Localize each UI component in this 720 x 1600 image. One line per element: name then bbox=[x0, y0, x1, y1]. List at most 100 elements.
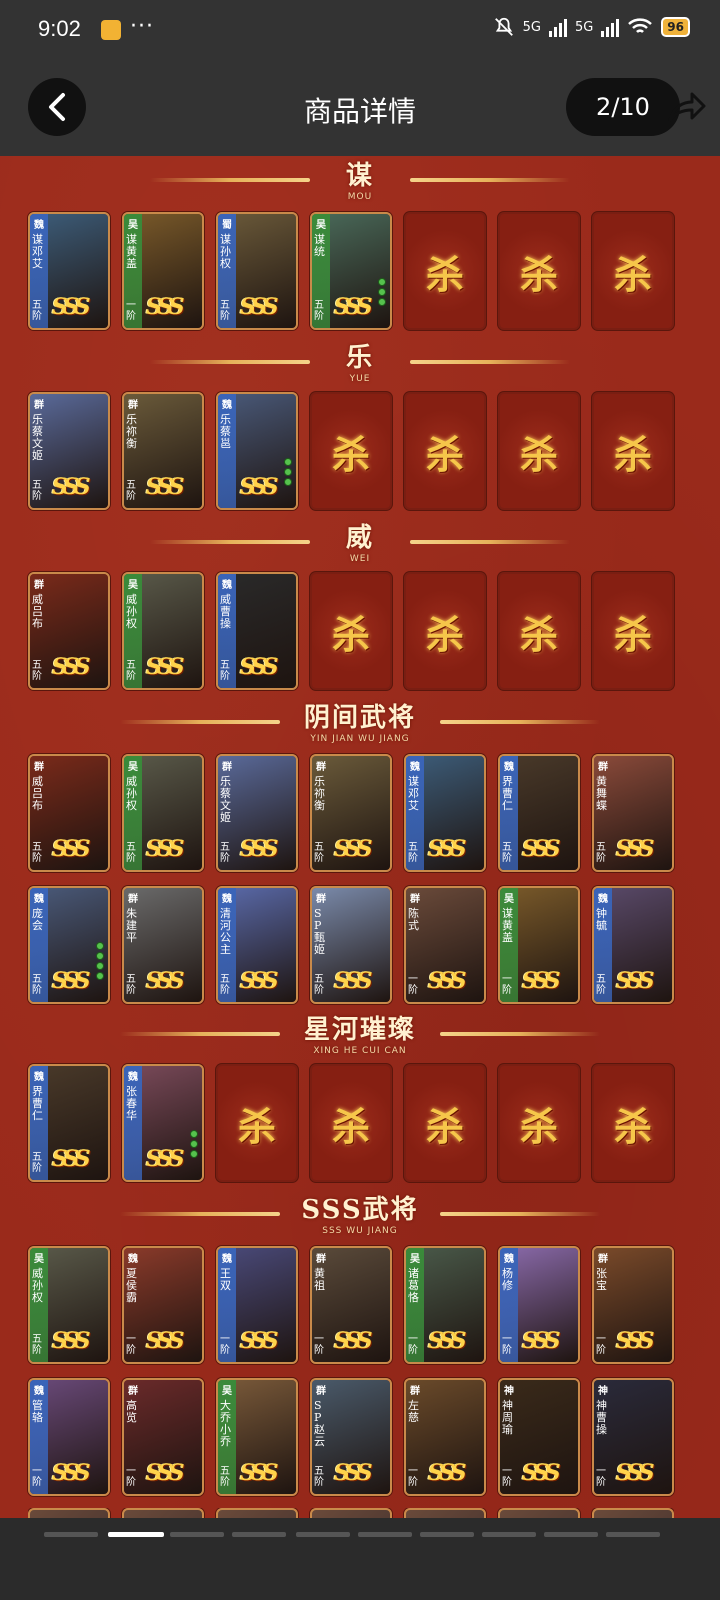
sss-badge: SSS bbox=[522, 1328, 561, 1354]
general-name: 夏侯霸 bbox=[126, 1267, 137, 1304]
camp-label: 群 bbox=[316, 762, 326, 773]
page-indicator[interactable] bbox=[544, 1532, 598, 1537]
sha-emblem: 杀 bbox=[613, 251, 652, 297]
ornament-right bbox=[410, 178, 570, 182]
mute-bell-icon bbox=[494, 17, 513, 36]
section-title: 威 WEI bbox=[0, 524, 720, 564]
general-card[interactable]: 魏钟毓 五阶 SSS bbox=[592, 886, 674, 1004]
empty-card-slot: 杀 bbox=[216, 1064, 298, 1182]
camp-label: 吴 bbox=[34, 1254, 44, 1265]
sss-badge: SSS bbox=[240, 294, 279, 320]
general-card[interactable]: 魏管辂 一阶 SSS bbox=[28, 1378, 110, 1496]
general-card[interactable]: 群威吕布 五阶 SSS bbox=[28, 572, 110, 690]
general-card[interactable]: 群高览 一阶 SSS bbox=[122, 1378, 204, 1496]
battery-icon: 96 bbox=[661, 17, 690, 37]
general-name: 乐蔡文姬 bbox=[32, 413, 43, 462]
camp-label: 群 bbox=[34, 580, 44, 591]
sss-badge: SSS bbox=[146, 1460, 185, 1486]
general-rank: 五阶 bbox=[220, 1466, 230, 1488]
general-card[interactable]: 群 SP甄姬 五阶 SSS bbox=[310, 886, 392, 1004]
empty-card-slot: 杀 bbox=[498, 212, 580, 330]
general-rank: 一阶 bbox=[408, 974, 418, 996]
general-rank: 五阶 bbox=[408, 842, 418, 864]
nav-header: 商品详情 2/10 bbox=[0, 62, 720, 156]
general-card[interactable]: 群陈式 一阶 SSS bbox=[404, 886, 486, 1004]
share-icon[interactable] bbox=[666, 88, 706, 126]
general-card[interactable]: 魏界曹仁 五阶 SSS bbox=[498, 754, 580, 872]
general-card[interactable]: 魏庞会 五阶 SSS bbox=[28, 886, 110, 1004]
general-card[interactable]: 群黄舞蝶 五阶 SSS bbox=[592, 754, 674, 872]
general-card[interactable]: 魏乐蔡邕 SSS bbox=[216, 392, 298, 510]
general-card[interactable]: 魏谋邓艾 五阶 SSS bbox=[28, 212, 110, 330]
empty-card-slot: 杀 bbox=[404, 212, 486, 330]
general-rank: 五阶 bbox=[126, 660, 136, 682]
general-card[interactable]: 神神曹操 一阶 SSS bbox=[592, 1378, 674, 1496]
ornament-right bbox=[440, 720, 600, 724]
general-name: 张宝 bbox=[596, 1267, 607, 1292]
general-card[interactable]: 吴威孙权 五阶 SSS bbox=[122, 754, 204, 872]
page-indicator[interactable] bbox=[108, 1532, 164, 1537]
section-title: 乐 YUE bbox=[0, 344, 720, 384]
empty-card-slot: 杀 bbox=[310, 1064, 392, 1182]
empty-card-slot: 杀 bbox=[592, 212, 674, 330]
page-indicator[interactable] bbox=[232, 1532, 286, 1537]
empty-card-slot: 杀 bbox=[404, 572, 486, 690]
general-card[interactable]: 群乐祢衡 五阶 SSS bbox=[122, 392, 204, 510]
general-name: 谋黄盖 bbox=[126, 233, 137, 270]
general-card[interactable]: 吴大乔小乔 五阶 SSS bbox=[216, 1378, 298, 1496]
sha-emblem: 杀 bbox=[331, 431, 370, 477]
camp-label: 吴 bbox=[128, 762, 138, 773]
signal-icon-1 bbox=[548, 17, 567, 37]
camp-label: 魏 bbox=[222, 400, 232, 411]
general-card[interactable]: 魏清河公主 五阶 SSS bbox=[216, 886, 298, 1004]
general-rank: 五阶 bbox=[126, 842, 136, 864]
page-indicator[interactable] bbox=[606, 1532, 660, 1537]
ornament-right bbox=[410, 540, 570, 544]
page-indicator[interactable] bbox=[482, 1532, 536, 1537]
net-label-1: 5G bbox=[522, 19, 541, 35]
general-card[interactable]: 群朱建平 五阶 SSS bbox=[122, 886, 204, 1004]
general-card[interactable]: 群乐蔡文姬 五阶 SSS bbox=[216, 754, 298, 872]
general-card[interactable]: 神神周瑜 一阶 SSS bbox=[498, 1378, 580, 1496]
image-pager[interactable]: 2/10 bbox=[566, 78, 680, 136]
general-card[interactable]: 群黄祖 一阶 SSS bbox=[310, 1246, 392, 1364]
page-indicator[interactable] bbox=[420, 1532, 474, 1537]
general-card[interactable]: 群威吕布 五阶 SSS bbox=[28, 754, 110, 872]
general-card[interactable]: 魏界曹仁 五阶 SSS bbox=[28, 1064, 110, 1182]
general-card[interactable]: 魏谋邓艾 五阶 SSS bbox=[404, 754, 486, 872]
general-card[interactable]: 吴威孙权 五阶 SSS bbox=[122, 572, 204, 690]
general-card[interactable]: 魏王双 一阶 SSS bbox=[216, 1246, 298, 1364]
page-indicator[interactable] bbox=[170, 1532, 224, 1537]
general-card[interactable]: 群乐祢衡 五阶 SSS bbox=[310, 754, 392, 872]
general-card[interactable]: 吴谋统 五阶 SSS bbox=[310, 212, 392, 330]
general-card[interactable]: 魏夏侯霸 一阶 SSS bbox=[122, 1246, 204, 1364]
general-card[interactable]: 吴谋黄盖 一阶 SSS bbox=[122, 212, 204, 330]
page-indicator[interactable] bbox=[44, 1532, 98, 1537]
sss-badge: SSS bbox=[334, 1460, 373, 1486]
general-card[interactable]: 魏威曹操 五阶 SSS bbox=[216, 572, 298, 690]
general-rank: 一阶 bbox=[126, 1334, 136, 1356]
ornament-left bbox=[150, 178, 310, 182]
general-card[interactable]: 群左慈 一阶 SSS bbox=[404, 1378, 486, 1496]
general-card[interactable]: 吴谋黄盖 一阶 SSS bbox=[498, 886, 580, 1004]
camp-label: 群 bbox=[34, 400, 44, 411]
general-card[interactable]: 蜀谋孙权 五阶 SSS bbox=[216, 212, 298, 330]
general-card[interactable]: 魏杨修 一阶 SSS bbox=[498, 1246, 580, 1364]
camp-label: 魏 bbox=[128, 1254, 138, 1265]
general-card[interactable]: 吴诸葛恪 一阶 SSS bbox=[404, 1246, 486, 1364]
general-card[interactable]: 群 SP赵云 五阶 SSS bbox=[310, 1378, 392, 1496]
sha-emblem: 杀 bbox=[331, 611, 370, 657]
card-row: 魏谋邓艾 五阶 SSS 吴谋黄盖 一阶 SSS 蜀谋孙权 五阶 SSS 吴谋统 五阶 SSS 杀 杀 杀 bbox=[28, 212, 674, 330]
general-card[interactable]: 群乐蔡文姬 五阶 SSS bbox=[28, 392, 110, 510]
sss-badge: SSS bbox=[240, 474, 279, 500]
status-bar: 9:02 ··· 5G 5G 96 bbox=[0, 0, 720, 62]
page-indicator[interactable] bbox=[296, 1532, 350, 1537]
general-name: 左慈 bbox=[408, 1399, 419, 1424]
general-card[interactable]: 群张宝 一阶 SSS bbox=[592, 1246, 674, 1364]
general-card[interactable]: 吴威孙权 五阶 SSS bbox=[28, 1246, 110, 1364]
general-card[interactable]: 魏张春华 SSS bbox=[122, 1064, 204, 1182]
camp-label: 群 bbox=[598, 1254, 608, 1265]
camp-label: 魏 bbox=[504, 1254, 514, 1265]
page-indicator[interactable] bbox=[358, 1532, 412, 1537]
sha-emblem: 杀 bbox=[237, 1103, 276, 1149]
